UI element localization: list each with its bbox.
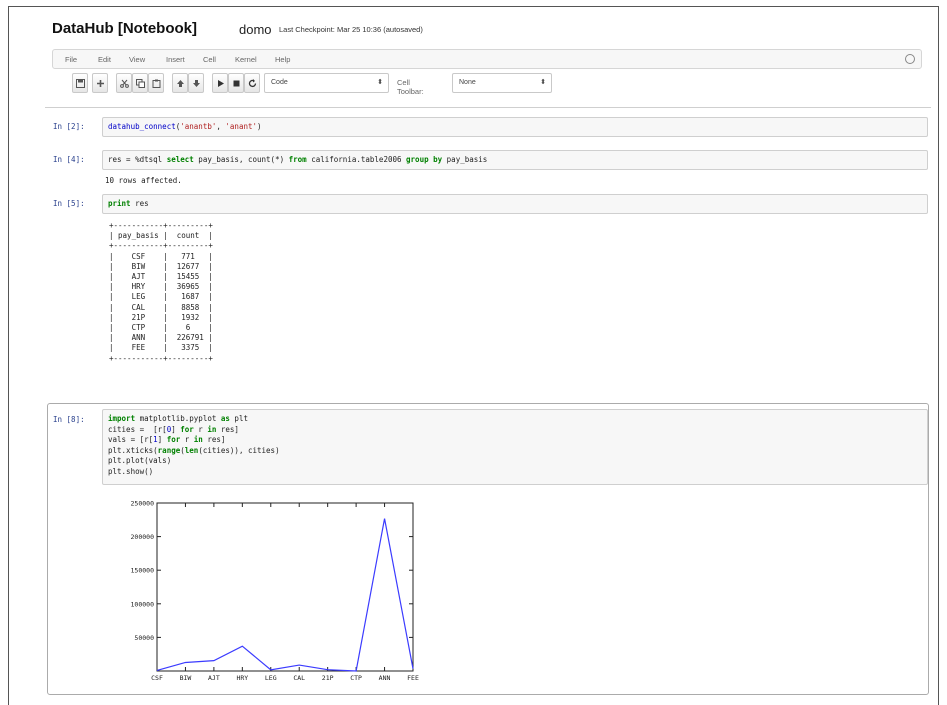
- cut-icon[interactable]: [116, 73, 132, 93]
- select-arrow-icon: ⬍: [540, 79, 546, 86]
- menu-view[interactable]: View: [129, 55, 145, 64]
- run-icon[interactable]: [212, 73, 228, 93]
- move-up-icon[interactable]: [172, 73, 188, 93]
- line-chart: 50000 100000 150000 200000 250000 CSF BIW AJT HR…: [131, 500, 419, 683]
- cell-output: 10 rows affected.: [105, 176, 182, 185]
- code-cell-input[interactable]: res = %dtsql select pay_basis, count(*) …: [102, 150, 928, 170]
- table-row: | 21P | 1932 |: [109, 312, 213, 322]
- menu-cell[interactable]: Cell: [203, 55, 216, 64]
- cell-type-value: Code: [271, 79, 288, 86]
- app-logo[interactable]: DataHub [Notebook]: [52, 20, 197, 37]
- kernel-status-icon: [905, 54, 915, 64]
- table-row: | ANN | 226791 |: [109, 333, 213, 343]
- menubar: File Edit View Insert Cell Kernel Help: [52, 49, 922, 69]
- y-tick-label: 50000: [134, 634, 154, 642]
- notebook-name[interactable]: domo: [239, 22, 272, 37]
- code-cell-input[interactable]: print res: [102, 194, 928, 214]
- y-tick-label: 200000: [131, 533, 155, 541]
- x-tick-label: BIW: [180, 674, 192, 682]
- table-row: | HRY | 36965 |: [109, 282, 213, 292]
- plot-frame: [156, 502, 414, 672]
- x-tick-label: CSF: [151, 674, 163, 682]
- cell-toolbar-select[interactable]: None ⬍: [452, 73, 552, 93]
- table-header: | pay_basis | count |: [109, 231, 213, 241]
- checkpoint-status: Last Checkpoint: Mar 25 10:36 (autosaved…: [279, 25, 423, 34]
- plot-area: 50000 100000 150000 200000 250000 CSF BIW AJT HR…: [131, 500, 419, 683]
- table-border: +-----------+---------+: [109, 353, 213, 363]
- table-row: | CAL | 8858 |: [109, 302, 213, 312]
- cell-prompt: In [8]:: [53, 415, 85, 424]
- add-icon[interactable]: [92, 73, 108, 93]
- cell-toolbar-label: Cell Toolbar:: [397, 78, 424, 96]
- x-tick-label: ANN: [379, 674, 391, 682]
- result-table: +-----------+---------+ | pay_basis | co…: [109, 221, 213, 364]
- y-tick-label: 100000: [131, 600, 155, 608]
- cell-prompt: In [5]:: [53, 199, 85, 208]
- cell-type-select[interactable]: Code ⬍: [264, 73, 389, 93]
- y-tick-label: 250000: [131, 500, 155, 508]
- move-down-icon[interactable]: [188, 73, 204, 93]
- save-icon[interactable]: [72, 73, 88, 93]
- toolbar-divider: [45, 107, 931, 108]
- cell-prompt: In [4]:: [53, 155, 85, 164]
- cell-toolbar-value: None: [459, 79, 476, 86]
- code-cell-input[interactable]: import matplotlib.pyplot as plt cities =…: [102, 409, 928, 485]
- x-tick-label: HRY: [236, 674, 248, 682]
- table-row: | BIW | 12677 |: [109, 261, 213, 271]
- menu-file[interactable]: File: [65, 55, 77, 64]
- x-tick-label: CAL: [293, 674, 305, 682]
- cell-prompt: In [2]:: [53, 122, 85, 131]
- menu-edit[interactable]: Edit: [98, 55, 111, 64]
- code-cell-input[interactable]: datahub_connect('anantb', 'anant'): [102, 117, 928, 137]
- x-tick-label: 21P: [322, 674, 334, 682]
- menu-kernel[interactable]: Kernel: [235, 55, 257, 64]
- table-row: | LEG | 1687 |: [109, 292, 213, 302]
- menu-insert[interactable]: Insert: [166, 55, 185, 64]
- y-tick-label: 150000: [131, 567, 155, 575]
- table-row: | AJT | 15455 |: [109, 272, 213, 282]
- x-tick-label: CTP: [350, 674, 362, 682]
- notebook-header: DataHub [Notebook] domo Last Checkpoint:…: [9, 7, 937, 45]
- restart-icon[interactable]: [244, 73, 260, 93]
- menu-help[interactable]: Help: [275, 55, 290, 64]
- notebook-window: DataHub [Notebook] domo Last Checkpoint:…: [8, 6, 939, 705]
- table-row: | CSF | 771 |: [109, 251, 213, 261]
- x-tick-label: LEG: [265, 674, 277, 682]
- table-row: | CTP | 6 |: [109, 323, 213, 333]
- stop-icon[interactable]: [228, 73, 244, 93]
- x-tick-label: FEE: [407, 674, 419, 682]
- table-border: +-----------+---------+: [109, 221, 213, 230]
- table-row: | FEE | 3375 |: [109, 343, 213, 353]
- paste-icon[interactable]: [148, 73, 164, 93]
- x-tick-label: AJT: [208, 674, 220, 682]
- copy-icon[interactable]: [132, 73, 148, 93]
- select-arrow-icon: ⬍: [377, 79, 383, 86]
- table-border: +-----------+---------+: [109, 241, 213, 251]
